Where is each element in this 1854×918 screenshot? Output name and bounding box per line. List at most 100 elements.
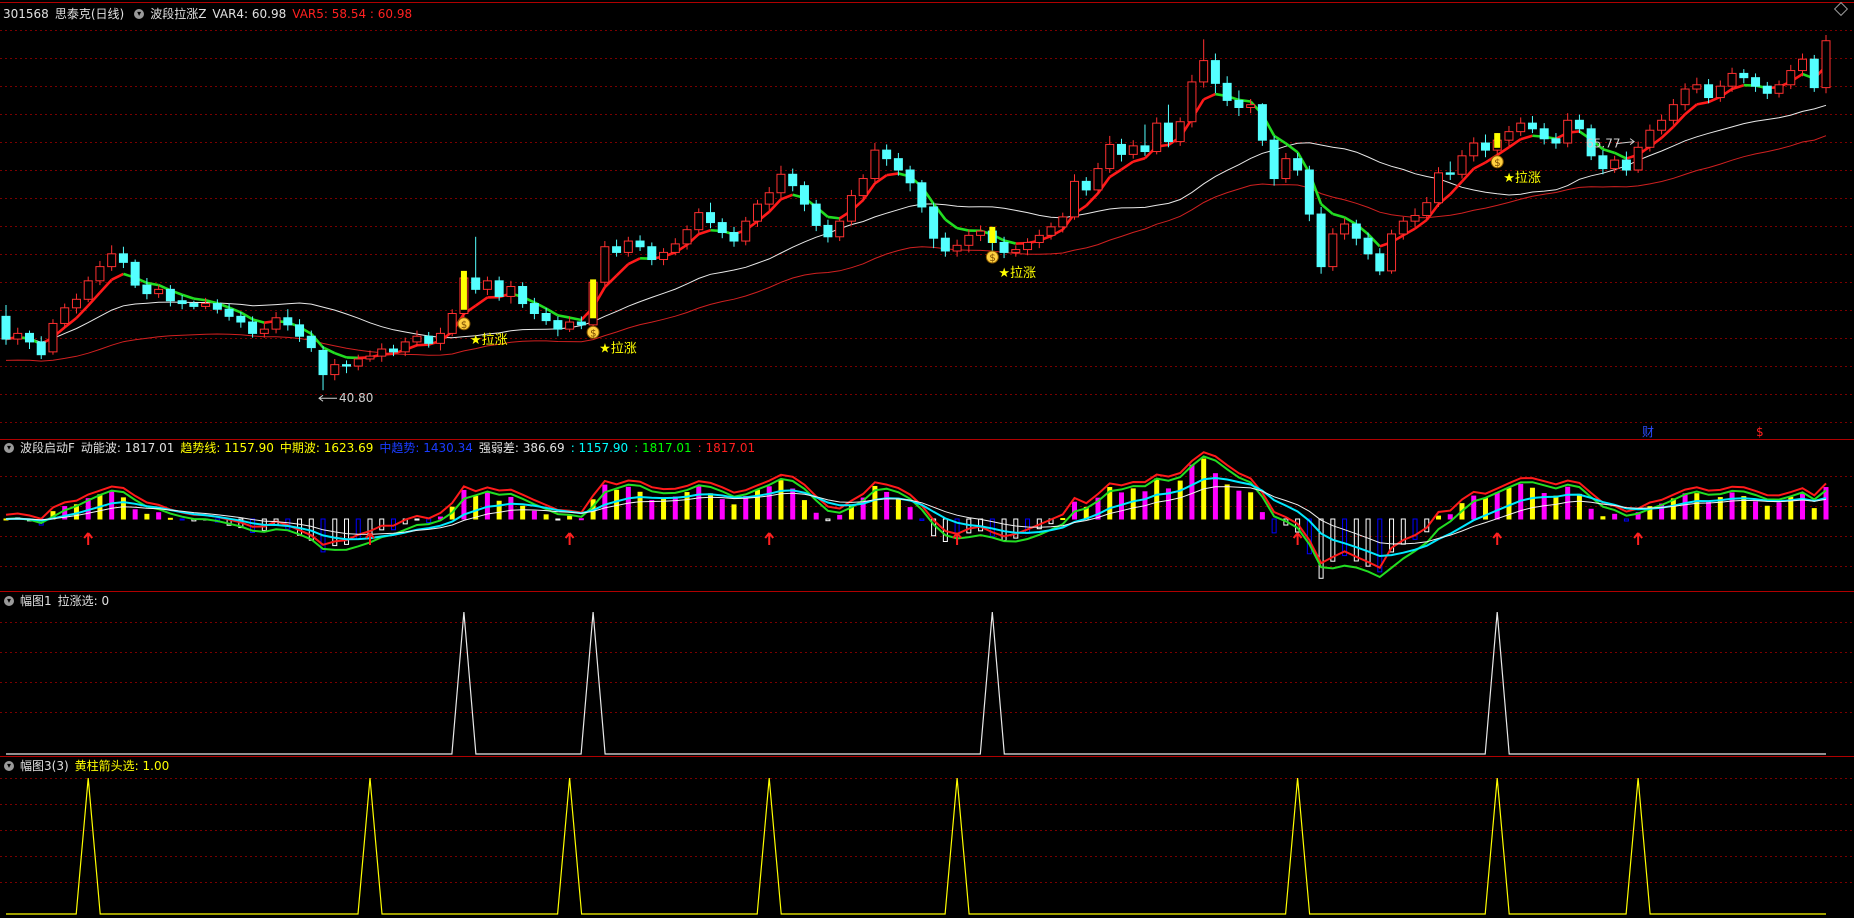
- signal-label: ★拉涨: [470, 333, 508, 348]
- osc-bar: [731, 504, 737, 520]
- ma-trend-segment: [886, 172, 899, 177]
- candle-body: [71, 298, 81, 309]
- candle-body: [1645, 129, 1655, 148]
- qsx-value: 趋势线: 1157.90: [180, 441, 274, 455]
- candle-body: [1140, 145, 1150, 153]
- ma-trend-segment: [1614, 151, 1627, 160]
- stock-name[interactable]: 思泰克(日线): [55, 6, 124, 22]
- candle-body: [1798, 58, 1808, 72]
- signal-label: ★拉涨: [599, 341, 637, 356]
- osc-bar: [1177, 480, 1183, 520]
- candle-body: [811, 203, 821, 226]
- candle-body: [400, 341, 410, 353]
- up-arrow-icon: [1292, 532, 1303, 545]
- candle-body: [130, 261, 140, 286]
- candle-body: [1774, 84, 1784, 94]
- up-arrow-icon: [1633, 532, 1643, 545]
- candle-body: [1410, 214, 1420, 222]
- candle-body: [1199, 60, 1209, 83]
- candle-body: [295, 324, 305, 337]
- candle-body: [283, 317, 293, 326]
- ma-trend-segment: [827, 215, 840, 220]
- chevron-down-icon[interactable]: ▾: [4, 443, 14, 453]
- up-arrow-icon: [564, 532, 575, 545]
- osc-bar: [426, 518, 432, 524]
- candle-body: [1105, 143, 1115, 170]
- osc-white-line: [5, 486, 1827, 545]
- osc-bar: [414, 518, 420, 521]
- dollar-glyph: $: [1494, 158, 1500, 169]
- candle-body: [1293, 158, 1303, 171]
- candle-body: [1128, 145, 1138, 155]
- candle-body: [1668, 104, 1678, 121]
- osc-bar: [1060, 518, 1066, 521]
- osc-bar: [1553, 495, 1559, 520]
- osc-bar: [895, 499, 901, 520]
- indicator-name[interactable]: 波段拉涨Z: [150, 6, 206, 22]
- v3-value: : 1817.01: [697, 441, 756, 455]
- candle-body: [764, 192, 774, 205]
- osc-bar: [778, 480, 784, 520]
- yellow-signal-bar: [590, 279, 597, 319]
- osc-bar: [1342, 518, 1348, 557]
- osc-bar: [1694, 493, 1700, 520]
- candle-body: [1786, 70, 1796, 86]
- ma-trend-segment: [1203, 92, 1216, 101]
- candle-body: [1070, 180, 1080, 218]
- candle-body: [1398, 220, 1408, 235]
- panel-divider: [0, 591, 1854, 592]
- candle-body: [741, 220, 751, 242]
- candle-body: [999, 241, 1009, 253]
- candle-body: [377, 348, 387, 357]
- candle-body: [1046, 226, 1056, 236]
- osc-bar: [1130, 488, 1136, 520]
- candle-body: [1551, 138, 1561, 144]
- candle-body: [553, 320, 563, 330]
- candle-body: [835, 220, 845, 238]
- candle-body: [424, 335, 434, 344]
- candle-body: [1680, 88, 1690, 106]
- candle-body: [259, 328, 269, 334]
- candle-body: [1375, 253, 1385, 272]
- candle-body: [1257, 104, 1267, 141]
- ma-trend-segment: [334, 351, 347, 359]
- candle-body: [1058, 216, 1068, 228]
- osc-bar: [120, 497, 126, 520]
- candle-body: [1316, 213, 1326, 268]
- candle-body: [494, 280, 504, 297]
- chevron-down-icon[interactable]: ▾: [134, 9, 145, 19]
- p4-name[interactable]: 幅图3(3): [20, 758, 69, 774]
- candle-body: [1152, 122, 1162, 153]
- high-price-label: 65.77: [1586, 137, 1620, 151]
- candle-body: [1633, 146, 1643, 171]
- osc-bar: [766, 486, 772, 520]
- p3-name[interactable]: 幅图1: [20, 593, 52, 609]
- candle-body: [1610, 159, 1620, 170]
- candle-body: [318, 349, 328, 376]
- chevron-down-icon[interactable]: ▾: [4, 596, 14, 606]
- stock-code: 301568: [3, 7, 49, 21]
- osc-bar: [649, 500, 655, 520]
- candle-body: [647, 246, 657, 261]
- osc-bar: [1800, 493, 1806, 520]
- osc-bar: [531, 510, 537, 520]
- osc-bar: [1670, 498, 1676, 520]
- chart-canvas[interactable]: 65.7740.80$★拉涨 $★拉涨$★拉涨$★拉涨财 $: [0, 0, 1854, 918]
- ma-trend-segment: [627, 257, 641, 266]
- osc-bar: [1729, 492, 1735, 520]
- candle-body: [1269, 139, 1279, 180]
- candle-body: [1175, 121, 1185, 143]
- candle-body: [435, 332, 445, 344]
- osc-name[interactable]: 波段启动F: [20, 440, 75, 456]
- osc-bar: [578, 518, 584, 521]
- candle-body: [13, 332, 23, 340]
- osc-bar: [543, 514, 549, 520]
- panel-divider: [0, 756, 1854, 757]
- ma-trend-segment: [1085, 192, 1099, 207]
- candle-body: [635, 240, 645, 248]
- chevron-down-icon[interactable]: ▾: [4, 761, 14, 771]
- osc-header: ▾ 波段启动F 动能波: 1817.01 趋势线: 1157.90 中期波: 1…: [0, 440, 761, 456]
- candle-body: [1727, 72, 1737, 87]
- candle-body: [1598, 155, 1608, 170]
- candle-body: [1222, 82, 1232, 101]
